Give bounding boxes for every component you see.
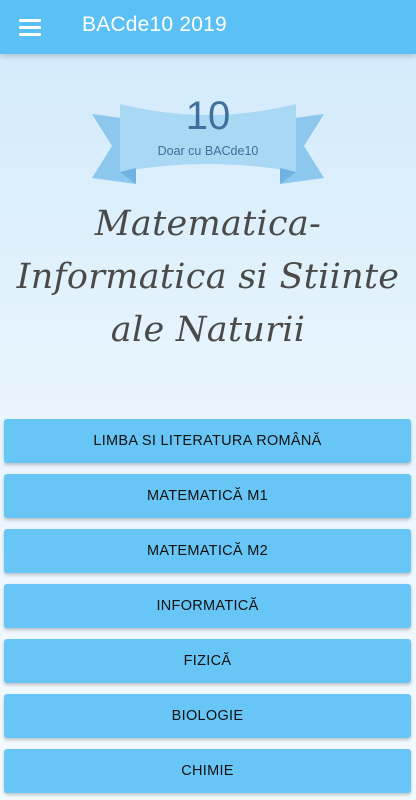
app-bar: BACde10 2019 (0, 0, 416, 54)
badge-ribbon: 10 Doar cu BACde10 (90, 80, 326, 190)
profile-title: Matematica- Informatica si Stiinte ale N… (8, 198, 408, 357)
menu-line (19, 18, 41, 22)
subject-button-informatica[interactable]: INFORMATICĂ (4, 584, 411, 628)
subject-button-biologie[interactable]: BIOLOGIE (4, 694, 411, 738)
subject-button-fizica[interactable]: FIZICĂ (4, 639, 411, 683)
subject-button-matematica-m1[interactable]: MATEMATICĂ M1 (4, 474, 411, 518)
menu-line (19, 25, 41, 29)
subject-list: LIMBA SI LITERATURA ROMÂNĂ MATEMATICĂ M1… (4, 419, 411, 800)
menu-line (19, 32, 41, 36)
profile-title-line: Matematica- (94, 204, 322, 244)
profile-title-line: Informatica si Stiinte (16, 257, 400, 297)
app-title: BACde10 2019 (82, 13, 227, 36)
badge-number: 10 (185, 94, 231, 138)
subject-button-chimie[interactable]: CHIMIE (4, 749, 411, 793)
badge-caption: Doar cu BACde10 (157, 144, 259, 158)
profile-title-line: ale Naturii (110, 310, 306, 350)
subject-button-romana[interactable]: LIMBA SI LITERATURA ROMÂNĂ (4, 419, 411, 463)
subject-button-matematica-m2[interactable]: MATEMATICĂ M2 (4, 529, 411, 573)
hamburger-menu-icon[interactable] (10, 8, 50, 46)
